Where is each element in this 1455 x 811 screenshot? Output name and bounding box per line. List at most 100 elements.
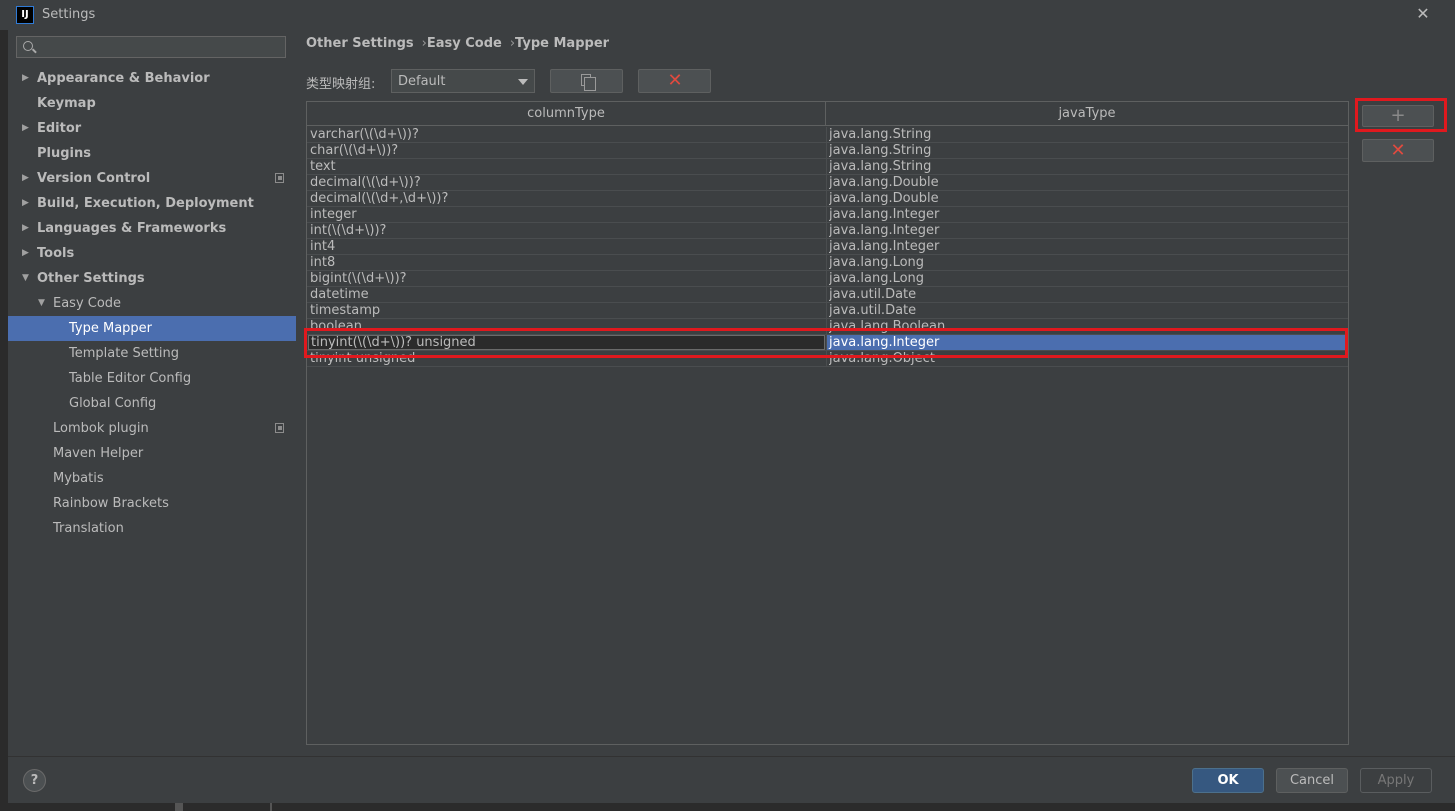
background-status-strip bbox=[0, 803, 1455, 811]
table-row[interactable]: tinyint(\(\d+\))? unsigned java.lang.Inte… bbox=[307, 335, 1348, 351]
project-settings-icon bbox=[275, 173, 284, 183]
sidebar-item-plugins[interactable]: Plugins bbox=[8, 141, 296, 166]
cell-java-type[interactable]: java.util.Date bbox=[829, 287, 1344, 302]
column-header-columntype[interactable]: columnType bbox=[307, 102, 826, 125]
sidebar-item-global-config[interactable]: Global Config bbox=[8, 391, 296, 416]
sidebar-item-keymap[interactable]: Keymap bbox=[8, 91, 296, 116]
sidebar-item-maven-helper[interactable]: Maven Helper bbox=[8, 441, 296, 466]
cell-column-type[interactable]: char(\(\d+\))? bbox=[310, 143, 825, 158]
breadcrumb: Other Settings ›Easy Code ›Type Mapper bbox=[306, 36, 609, 54]
sidebar-item-tools[interactable]: ▶ Tools bbox=[8, 241, 296, 266]
cell-java-type[interactable]: java.lang.Integer bbox=[829, 223, 1344, 238]
table-row[interactable]: varchar(\(\d+\))? java.lang.String bbox=[307, 127, 1348, 143]
sidebar-item-table-editor-config[interactable]: Table Editor Config bbox=[8, 366, 296, 391]
table-row[interactable]: char(\(\d+\))? java.lang.String bbox=[307, 143, 1348, 159]
expand-arrow-down-icon[interactable]: ▼ bbox=[38, 291, 48, 316]
sidebar-item-build-execution-deployment[interactable]: ▶ Build, Execution, Deployment bbox=[8, 191, 296, 216]
type-group-select[interactable]: Default bbox=[391, 69, 535, 93]
breadcrumb-type-mapper: Type Mapper bbox=[515, 36, 610, 51]
sidebar-item-lombok-plugin[interactable]: Lombok plugin bbox=[8, 416, 296, 441]
ok-button[interactable]: OK bbox=[1192, 768, 1264, 793]
background-editor-strip bbox=[0, 30, 8, 811]
window-title: Settings bbox=[42, 7, 96, 22]
remove-row-button[interactable]: ✕ bbox=[1362, 139, 1434, 162]
table-row[interactable]: timestamp java.util.Date bbox=[307, 303, 1348, 319]
cell-java-type[interactable]: java.lang.String bbox=[829, 159, 1344, 174]
table-row[interactable]: int4 java.lang.Integer bbox=[307, 239, 1348, 255]
table-row[interactable]: decimal(\(\d+\))? java.lang.Double bbox=[307, 175, 1348, 191]
cell-column-type[interactable]: tinyint(\(\d+\))? unsigned bbox=[308, 335, 825, 350]
cell-column-type[interactable]: decimal(\(\d+\))? bbox=[310, 175, 825, 190]
cell-column-type[interactable]: integer bbox=[310, 207, 825, 222]
close-window-icon[interactable]: ✕ bbox=[1414, 4, 1432, 24]
expand-arrow-right-icon[interactable]: ▶ bbox=[22, 166, 32, 191]
settings-sidebar: ▶ Appearance & Behavior Keymap ▶ Editor Plugi… bbox=[8, 30, 296, 756]
sidebar-item-easy-code[interactable]: ▼ Easy Code bbox=[8, 291, 296, 316]
cell-java-type[interactable]: java.lang.Integer bbox=[829, 239, 1344, 254]
add-row-button[interactable]: + bbox=[1362, 105, 1434, 127]
table-row[interactable]: integer java.lang.Integer bbox=[307, 207, 1348, 223]
title-bar: IJ Settings ✕ bbox=[0, 0, 1455, 30]
cell-java-type[interactable]: java.lang.Long bbox=[829, 255, 1344, 270]
apply-button[interactable]: Apply bbox=[1360, 768, 1432, 793]
table-row[interactable]: int(\(\d+\))? java.lang.Integer bbox=[307, 223, 1348, 239]
cell-java-type[interactable]: java.lang.Object bbox=[829, 351, 1344, 366]
sidebar-item-mybatis[interactable]: Mybatis bbox=[8, 466, 296, 491]
table-row[interactable]: boolean java.lang.Boolean bbox=[307, 319, 1348, 335]
sidebar-item-template-setting[interactable]: Template Setting bbox=[8, 341, 296, 366]
sidebar-item-editor[interactable]: ▶ Editor bbox=[8, 116, 296, 141]
expand-arrow-right-icon[interactable]: ▶ bbox=[22, 116, 32, 141]
expand-arrow-right-icon[interactable]: ▶ bbox=[22, 66, 32, 91]
table-row[interactable]: decimal(\(\d+,\d+\))? java.lang.Double bbox=[307, 191, 1348, 207]
table-row[interactable]: datetime java.util.Date bbox=[307, 287, 1348, 303]
cell-column-type[interactable]: datetime bbox=[310, 287, 825, 302]
sidebar-item-label: Build, Execution, Deployment bbox=[37, 196, 254, 211]
cell-java-type[interactable]: java.lang.Integer bbox=[827, 335, 1345, 350]
cell-column-type[interactable]: decimal(\(\d+,\d+\))? bbox=[310, 191, 825, 206]
cell-java-type[interactable]: java.lang.Integer bbox=[829, 207, 1344, 222]
sidebar-item-appearance-behavior[interactable]: ▶ Appearance & Behavior bbox=[8, 66, 296, 91]
cell-column-type[interactable]: int8 bbox=[310, 255, 825, 270]
cell-java-type[interactable]: java.lang.String bbox=[829, 143, 1344, 158]
expand-arrow-right-icon[interactable]: ▶ bbox=[22, 216, 32, 241]
cell-column-type[interactable]: boolean bbox=[310, 319, 825, 334]
expand-arrow-down-icon[interactable]: ▼ bbox=[22, 266, 32, 291]
table-row[interactable]: bigint(\(\d+\))? java.lang.Long bbox=[307, 271, 1348, 287]
cell-column-type[interactable]: timestamp bbox=[310, 303, 825, 318]
search-box[interactable] bbox=[16, 36, 286, 58]
column-header-javatype[interactable]: javaType bbox=[826, 102, 1348, 125]
sidebar-item-rainbow-brackets[interactable]: Rainbow Brackets bbox=[8, 491, 296, 516]
sidebar-item-other-settings[interactable]: ▼ Other Settings bbox=[8, 266, 296, 291]
table-row[interactable]: int8 java.lang.Long bbox=[307, 255, 1348, 271]
help-button[interactable]: ? bbox=[23, 769, 46, 792]
breadcrumb-other-settings: Other Settings bbox=[306, 36, 414, 51]
sidebar-item-type-mapper[interactable]: Type Mapper bbox=[8, 316, 296, 341]
cell-column-type[interactable]: varchar(\(\d+\))? bbox=[310, 127, 825, 142]
cell-java-type[interactable]: java.lang.Boolean bbox=[829, 319, 1344, 334]
sidebar-item-version-control[interactable]: ▶ Version Control bbox=[8, 166, 296, 191]
cell-column-type[interactable]: text bbox=[310, 159, 825, 174]
cancel-button[interactable]: Cancel bbox=[1276, 768, 1348, 793]
expand-arrow-right-icon[interactable]: ▶ bbox=[22, 191, 32, 216]
cell-column-type[interactable]: int4 bbox=[310, 239, 825, 254]
column-divider bbox=[826, 239, 827, 254]
type-mapper-table[interactable]: columnType javaType varchar(\(\d+\))? jav… bbox=[306, 101, 1349, 745]
sidebar-item-label: Appearance & Behavior bbox=[37, 71, 210, 86]
cell-column-type[interactable]: bigint(\(\d+\))? bbox=[310, 271, 825, 286]
sidebar-item-translation[interactable]: Translation bbox=[8, 516, 296, 541]
search-input[interactable] bbox=[37, 38, 282, 56]
cell-java-type[interactable]: java.lang.String bbox=[829, 127, 1344, 142]
cell-column-type[interactable]: tinyint unsigned bbox=[310, 351, 825, 366]
expand-arrow-right-icon[interactable]: ▶ bbox=[22, 241, 32, 266]
cell-column-type[interactable]: int(\(\d+\))? bbox=[310, 223, 825, 238]
cell-java-type[interactable]: java.util.Date bbox=[829, 303, 1344, 318]
sidebar-item-label: Keymap bbox=[37, 96, 96, 111]
sidebar-item-languages-frameworks[interactable]: ▶ Languages & Frameworks bbox=[8, 216, 296, 241]
cell-java-type[interactable]: java.lang.Double bbox=[829, 175, 1344, 190]
delete-group-button[interactable]: ✕ bbox=[638, 69, 711, 93]
copy-group-button[interactable] bbox=[550, 69, 623, 93]
table-row[interactable]: tinyint unsigned java.lang.Object bbox=[307, 351, 1348, 367]
cell-java-type[interactable]: java.lang.Long bbox=[829, 271, 1344, 286]
table-row[interactable]: text java.lang.String bbox=[307, 159, 1348, 175]
cell-java-type[interactable]: java.lang.Double bbox=[829, 191, 1344, 206]
